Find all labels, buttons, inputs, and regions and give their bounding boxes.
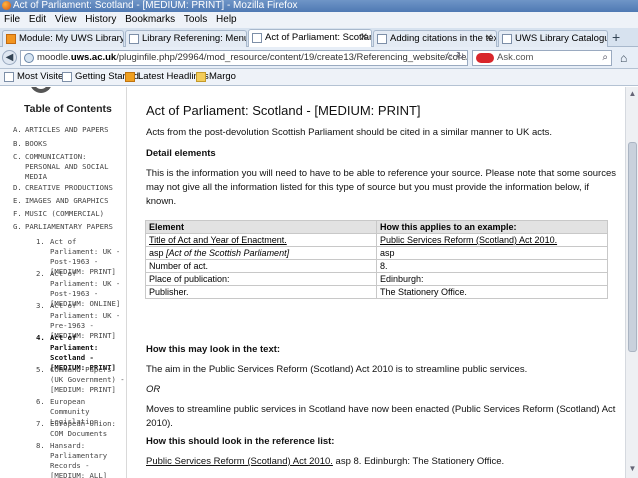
page-icon [377, 34, 387, 44]
menu-edit[interactable]: Edit [29, 14, 46, 25]
reference-list-example: Public Services Reform (Scotland) Act 20… [146, 455, 616, 469]
close-tab-icon[interactable]: ✕ [360, 30, 368, 45]
new-tab-plus-icon[interactable]: + [612, 29, 620, 45]
menu-bar: File Edit View History Bookmarks Tools H… [0, 12, 638, 28]
vertical-scrollbar[interactable]: ▲ ▼ [625, 87, 638, 478]
reload-icon[interactable]: ↻ [456, 51, 464, 62]
look-example-1: The aim in the Public Services Reform (S… [146, 364, 528, 375]
table-header-element: Element [145, 220, 377, 234]
table-cell: asp [149, 248, 167, 258]
bookmark-page-icon [62, 72, 72, 82]
tab-adding-citations[interactable]: Adding citations in the text:... ✕ [373, 30, 497, 47]
bookmark-most-visited[interactable]: Most Visited [4, 69, 69, 85]
bookmarks-bar: Most Visited Getting Started Latest Head… [0, 69, 638, 86]
reference-details: asp 8. Edinburgh: The Stationery Office. [332, 456, 505, 467]
menu-view[interactable]: View [55, 14, 77, 25]
tab-act-of-parliament[interactable]: Act of Parliament: Scotland ... ✕ [248, 29, 372, 47]
look-in-text-heading: How this may look in the text: [146, 344, 281, 355]
navigation-bar: ◀ moodle.uws.ac.uk/pluginfile.php/29964/… [0, 47, 638, 69]
table-of-contents-sidebar: Table of Contents A. ARTICLES AND PAPERS… [0, 87, 127, 478]
window-title-bar: Act of Parliament: Scotland - [MEDIUM: P… [0, 0, 638, 12]
window-title: Act of Parliament: Scotland - [MEDIUM: P… [13, 0, 298, 11]
search-input[interactable]: Ask.com ⌕ [472, 50, 612, 66]
intro-text: Acts from the post-devolution Scottish P… [146, 127, 553, 138]
table-row: Title of Act and Year of Enactment. Publ… [145, 233, 608, 247]
page-title: Act of Parliament: Scotland - [MEDIUM: P… [146, 103, 421, 118]
reference-list-heading: How this should look in the reference li… [146, 436, 335, 447]
table-cell: The Stationery Office. [376, 285, 608, 299]
scroll-up-arrow-icon[interactable]: ▲ [627, 89, 638, 101]
globe-icon [24, 53, 34, 63]
table-row: Number of act. 8. [145, 259, 608, 273]
table-header-row: Element How this applies to an example: [145, 220, 608, 234]
page-icon [502, 34, 512, 44]
logo-fragment [30, 87, 52, 93]
menu-file[interactable]: File [4, 14, 20, 25]
reference-title: Public Services Reform (Scotland) Act 20… [146, 456, 333, 467]
tab-library-referencing-menu[interactable]: Library Referening: Menu [125, 30, 247, 47]
table-cell: Place of publication: [145, 272, 377, 286]
table-cell: Edinburgh: [376, 272, 608, 286]
reference-elements-table: Element How this applies to an example: … [145, 220, 608, 299]
firefox-icon [2, 1, 11, 10]
tab-bar: Module: My UWS Library Library Referenin… [0, 28, 638, 47]
look-example-2: Moves to streamline public services in S… [146, 404, 616, 429]
home-icon[interactable]: ⌂ [620, 51, 627, 65]
moodle-icon [6, 34, 16, 44]
table-cell: Public Services Reform (Scotland) Act 20… [380, 235, 558, 245]
menu-help[interactable]: Help [216, 14, 237, 25]
main-content: Act of Parliament: Scotland - [MEDIUM: P… [128, 87, 625, 478]
search-icon[interactable]: ⌕ [602, 51, 608, 65]
page-icon [252, 33, 262, 43]
table-cell-italic: [Act of the Scottish Parliament] [166, 248, 290, 258]
menu-tools[interactable]: Tools [184, 14, 207, 25]
table-cell: Title of Act and Year of Enactment. [149, 235, 287, 245]
bookmark-margo[interactable]: Margo [196, 69, 236, 85]
detail-elements-heading: Detail elements [146, 148, 216, 159]
ask-engine-icon[interactable] [476, 53, 494, 63]
or-separator: OR [146, 384, 161, 395]
bookmark-page-icon [4, 72, 14, 82]
scrollbar-thumb[interactable] [628, 142, 637, 352]
table-cell: 8. [376, 259, 608, 273]
url-bar[interactable]: moodle.uws.ac.uk/pluginfile.php/29964/mo… [20, 50, 468, 66]
toc-title: Table of Contents [24, 103, 112, 115]
page-icon [129, 34, 139, 44]
tab-my-uws-library[interactable]: Module: My UWS Library [2, 30, 124, 47]
table-row: Publisher. The Stationery Office. [145, 285, 608, 299]
close-tab-icon[interactable]: ✕ [485, 31, 493, 46]
table-cell: Publisher. [145, 285, 377, 299]
table-cell: Number of act. [145, 259, 377, 273]
table-row: Place of publication: Edinburgh: [145, 272, 608, 286]
rss-feed-icon [125, 72, 135, 82]
table-cell: asp [376, 246, 608, 260]
tab-uws-library-catalogue[interactable]: UWS Library Catalogue [498, 30, 608, 47]
detail-elements-text: This is the information you will need to… [146, 168, 616, 207]
folder-icon [196, 72, 206, 82]
table-row: asp [Act of the Scottish Parliament] asp [145, 246, 608, 260]
table-header-example: How this applies to an example: [376, 220, 608, 234]
menu-bookmarks[interactable]: Bookmarks [125, 14, 175, 25]
menu-history[interactable]: History [85, 14, 116, 25]
bookmark-star-icon[interactable]: ☆ [444, 51, 453, 62]
back-button[interactable]: ◀ [2, 50, 17, 65]
scroll-down-arrow-icon[interactable]: ▼ [627, 464, 638, 476]
